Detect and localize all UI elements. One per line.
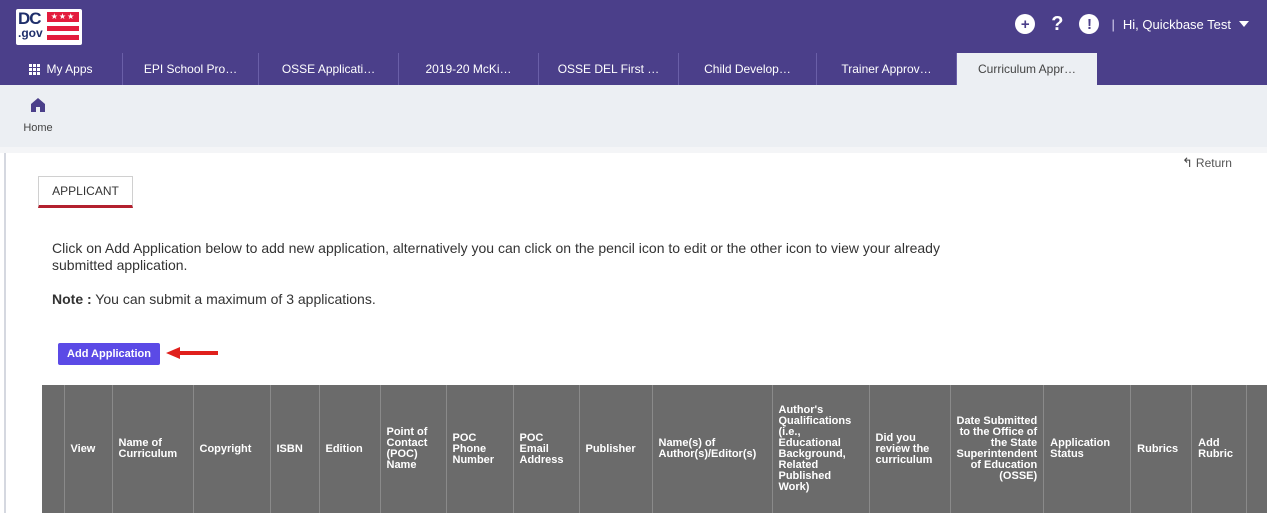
column-header-edition[interactable]: Edition [319, 385, 381, 513]
return-arrow-icon: ↰ [1182, 155, 1193, 170]
home-label: Home [23, 122, 53, 134]
tab-label: Curriculum Appr… [977, 62, 1077, 76]
column-header-name-of-curriculum[interactable]: Name of Curriculum [112, 385, 194, 513]
instructions-text: Click on Add Application below to add ne… [52, 240, 940, 273]
tab-osse-del-first[interactable]: OSSE DEL First … [539, 53, 679, 85]
note-body: You can submit a maximum of 3 applicatio… [91, 291, 376, 307]
column-header-did-you-review[interactable]: Did you review the curriculum [869, 385, 951, 513]
return-label: Return [1195, 156, 1232, 170]
tab-osse-application[interactable]: OSSE Applicati… [259, 53, 399, 85]
applicant-tab-label: APPLICANT [52, 184, 119, 198]
tab-label: My Apps [46, 62, 93, 76]
tab-label: Trainer Approv… [841, 62, 932, 76]
tab-epi-school[interactable]: EPI School Pro… [123, 53, 259, 85]
divider [0, 147, 1267, 153]
header-actions: + ? ! | Hi, Quickbase Test [1015, 14, 1249, 34]
column-header-authors-editors[interactable]: Name(s) of Author(s)/Editor(s) [652, 385, 773, 513]
tab-2019-20-mckinney[interactable]: 2019-20 McKi… [399, 53, 539, 85]
column-header-view[interactable]: View [64, 385, 113, 513]
add-application-button[interactable]: Add Application [58, 343, 160, 365]
applications-table: View Name of Curriculum Copyright ISBN E… [42, 385, 1267, 513]
logo-stars: ★★★ [47, 12, 79, 22]
tab-child-development[interactable]: Child Develop… [679, 53, 817, 85]
logo-stripe [47, 35, 79, 40]
tab-label: OSSE DEL First … [557, 62, 660, 76]
question-mark-icon[interactable]: ? [1051, 14, 1063, 34]
tab-applicant[interactable]: APPLICANT [38, 176, 133, 208]
dc-gov-logo[interactable]: DC .gov ★★★ [16, 9, 82, 45]
column-header-author-qualifications[interactable]: Author's Qualifications (i.e., Education… [772, 385, 870, 513]
grid-icon [29, 63, 41, 75]
user-menu[interactable]: Hi, Quickbase Test [1123, 17, 1249, 32]
tab-label: Child Develop… [704, 62, 791, 76]
table-header-row: View Name of Curriculum Copyright ISBN E… [42, 385, 1248, 513]
tab-label: OSSE Applicati… [281, 62, 376, 76]
column-header-isbn[interactable]: ISBN [270, 385, 320, 513]
column-header-publisher[interactable]: Publisher [579, 385, 653, 513]
user-greeting: Hi, Quickbase Test [1122, 16, 1231, 32]
column-header-select [42, 385, 65, 513]
tab-my-apps[interactable]: My Apps [0, 53, 123, 85]
note-label: Note : [52, 291, 92, 307]
home-button[interactable]: Home [18, 95, 58, 139]
column-header-poc-phone[interactable]: POC Phone Number [446, 385, 514, 513]
tab-trainer-approval[interactable]: Trainer Approv… [817, 53, 957, 85]
tab-curriculum-approval[interactable]: Curriculum Appr… [957, 53, 1097, 85]
top-header-bar: DC .gov ★★★ + ? ! | Hi, Quickbase Test [0, 0, 1267, 53]
column-header-application-status[interactable]: Application Status [1043, 385, 1132, 513]
plus-circle-icon[interactable]: + [1015, 14, 1036, 34]
column-header-rubrics[interactable]: Rubrics [1130, 385, 1193, 513]
tab-label: 2019-20 McKi… [425, 62, 512, 76]
page-left-border [4, 153, 6, 513]
logo-stripe [47, 26, 79, 31]
return-link[interactable]: ↰ Return [1182, 155, 1232, 171]
home-toolbar: Home [0, 85, 1267, 147]
home-icon [31, 98, 45, 112]
column-header-add-rubric[interactable]: Add Rubric [1191, 385, 1248, 513]
column-header-poc-email[interactable]: POC Email Address [513, 385, 580, 513]
exclamation-circle-icon[interactable]: ! [1079, 14, 1100, 34]
app-tab-bar: My Apps EPI School Pro… OSSE Applicati… … [0, 53, 1267, 85]
note-text: Note : You can submit a maximum of 3 app… [52, 291, 376, 307]
column-header-poc-name[interactable]: Point of Contact (POC) Name [380, 385, 447, 513]
logo-gov-text: .gov [18, 26, 43, 40]
tab-label: EPI School Pro… [143, 62, 238, 76]
column-header-date-submitted[interactable]: Date Submitted to the Office of the Stat… [950, 385, 1045, 513]
column-header-copyright[interactable]: Copyright [193, 385, 271, 513]
chevron-down-icon [1239, 21, 1249, 27]
red-arrow-icon [166, 347, 218, 359]
header-separator: | [1111, 16, 1115, 32]
